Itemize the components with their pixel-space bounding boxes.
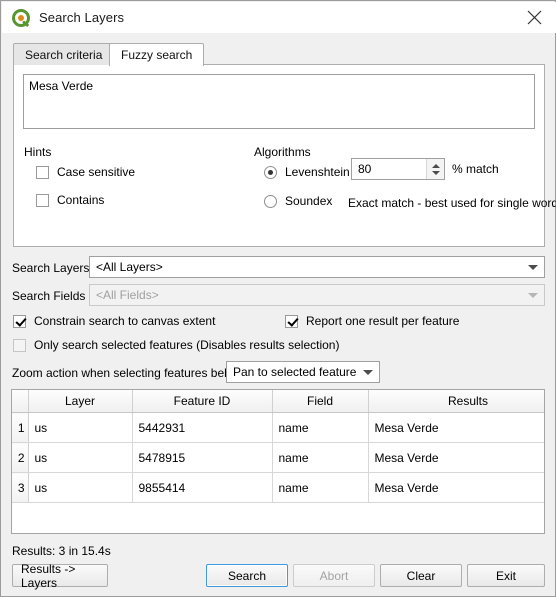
abort-button: Abort bbox=[293, 564, 375, 587]
close-icon[interactable] bbox=[512, 2, 556, 33]
checkbox-label: Only search selected features (Disables … bbox=[34, 338, 340, 352]
cell-layer[interactable]: us bbox=[28, 472, 133, 503]
cell-field[interactable]: name bbox=[272, 412, 369, 443]
cell-field[interactable]: name bbox=[272, 442, 369, 473]
chevron-down-icon[interactable] bbox=[522, 264, 544, 270]
cell-layer[interactable]: us bbox=[28, 412, 133, 443]
algorithms-group-label: Algorithms bbox=[254, 145, 311, 159]
title-bar: Search Layers bbox=[2, 2, 556, 33]
search-query-input[interactable]: Mesa Verde bbox=[23, 74, 535, 129]
checkbox-label: Constrain search to canvas extent bbox=[34, 314, 216, 328]
checkbox-box-icon bbox=[13, 338, 26, 352]
percent-match-label: % match bbox=[452, 162, 499, 176]
table-row[interactable]: 2 us 5478915 name Mesa Verde bbox=[12, 442, 544, 473]
tab-label: Fuzzy search bbox=[121, 48, 193, 62]
cell-layer[interactable]: us bbox=[28, 442, 133, 473]
search-fields-combo: <All Fields> bbox=[89, 284, 545, 306]
spinner-down-icon[interactable] bbox=[431, 170, 440, 175]
search-fields-value: <All Fields> bbox=[96, 288, 159, 302]
checkbox-contains[interactable]: Contains bbox=[36, 193, 104, 207]
cell-feature-id[interactable]: 5478915 bbox=[132, 442, 273, 473]
row-number: 1 bbox=[12, 412, 29, 443]
column-header-layer[interactable]: Layer bbox=[28, 390, 133, 413]
cell-result[interactable]: Mesa Verde bbox=[368, 442, 544, 473]
zoom-action-value: Pan to selected features bbox=[233, 365, 357, 379]
radio-soundex[interactable]: Soundex bbox=[264, 194, 332, 208]
table-header-row: Layer Feature ID Field Results bbox=[12, 390, 544, 413]
percent-match-value: 80 bbox=[358, 162, 372, 176]
chevron-down-icon[interactable] bbox=[357, 369, 379, 375]
radio-dot-icon bbox=[264, 165, 277, 179]
table-corner-header bbox=[12, 390, 29, 413]
table-row[interactable]: 3 us 9855414 name Mesa Verde bbox=[12, 472, 544, 503]
fuzzy-search-panel: Mesa Verde Hints Algorithms Case sensiti… bbox=[13, 64, 556, 247]
spinner-up-icon[interactable] bbox=[431, 163, 440, 168]
table-row[interactable]: 1 us 5442931 name Mesa Verde bbox=[12, 412, 544, 443]
checkbox-box-icon bbox=[36, 165, 49, 179]
tab-search-criteria[interactable]: Search criteria bbox=[13, 43, 115, 65]
column-header-feature-id[interactable]: Feature ID bbox=[132, 390, 273, 413]
qgis-logo-icon bbox=[12, 8, 30, 27]
row-number: 3 bbox=[12, 472, 29, 503]
tab-strip: Search criteria Fuzzy search bbox=[13, 43, 545, 66]
window-title: Search Layers bbox=[39, 10, 125, 25]
zoom-action-label: Zoom action when selecting features belo… bbox=[12, 366, 243, 380]
cell-result[interactable]: Mesa Verde bbox=[368, 412, 544, 443]
checkbox-box-icon bbox=[285, 314, 298, 328]
radio-levenshtein[interactable]: Levenshtein bbox=[264, 165, 350, 179]
checkbox-case-sensitive[interactable]: Case sensitive bbox=[36, 165, 135, 179]
cell-field[interactable]: name bbox=[272, 472, 369, 503]
chevron-down-icon bbox=[522, 292, 544, 298]
results-to-layers-button[interactable]: Results -> Layers bbox=[12, 562, 108, 590]
radio-label: Levenshtein bbox=[285, 165, 350, 179]
radio-dot-icon bbox=[264, 194, 277, 208]
checkbox-constrain-to-canvas-extent[interactable]: Constrain search to canvas extent bbox=[13, 314, 215, 328]
search-fields-label: Search Fields bbox=[12, 289, 86, 303]
cell-feature-id[interactable]: 5442931 bbox=[132, 412, 273, 443]
search-layers-value: <All Layers> bbox=[96, 260, 163, 274]
checkbox-box-icon bbox=[36, 193, 49, 207]
percent-match-spinbox[interactable]: 80 bbox=[351, 158, 445, 180]
checkbox-label: Contains bbox=[57, 193, 105, 207]
cell-feature-id[interactable]: 9855414 bbox=[132, 472, 273, 503]
tab-label: Search criteria bbox=[25, 47, 103, 62]
checkbox-label: Case sensitive bbox=[57, 165, 136, 179]
hints-group-label: Hints bbox=[24, 145, 52, 159]
radio-label: Soundex bbox=[285, 194, 333, 208]
soundex-hint-text: Exact match - best used for single words bbox=[348, 196, 556, 210]
search-layers-label: Search Layers bbox=[12, 261, 90, 275]
results-table: Layer Feature ID Field Results 1 us 5442… bbox=[12, 390, 544, 503]
search-layers-combo[interactable]: <All Layers> bbox=[89, 256, 545, 278]
spinner-arrows-icon[interactable] bbox=[426, 159, 444, 179]
column-header-results[interactable]: Results bbox=[368, 390, 544, 413]
clear-button[interactable]: Clear bbox=[380, 564, 462, 587]
checkbox-label: Report one result per feature bbox=[306, 314, 460, 328]
checkbox-only-search-selected-features[interactable]: Only search selected features (Disables … bbox=[13, 338, 339, 352]
tab-fuzzy-search[interactable]: Fuzzy search bbox=[109, 43, 205, 66]
exit-button[interactable]: Exit bbox=[467, 564, 545, 587]
results-table-container[interactable]: Layer Feature ID Field Results 1 us 5442… bbox=[11, 389, 545, 534]
checkbox-box-icon bbox=[13, 314, 26, 328]
search-layers-dialog: Search Layers Mesa Verde Hints Algorithm… bbox=[0, 0, 556, 597]
row-number: 2 bbox=[12, 442, 29, 473]
status-text: Results: 3 in 15.4s bbox=[12, 544, 111, 558]
zoom-action-combo[interactable]: Pan to selected features bbox=[226, 361, 380, 383]
search-button[interactable]: Search bbox=[206, 564, 288, 587]
cell-result[interactable]: Mesa Verde bbox=[368, 472, 544, 503]
checkbox-report-one-result-per-feature[interactable]: Report one result per feature bbox=[285, 314, 459, 328]
column-header-field[interactable]: Field bbox=[272, 390, 369, 413]
